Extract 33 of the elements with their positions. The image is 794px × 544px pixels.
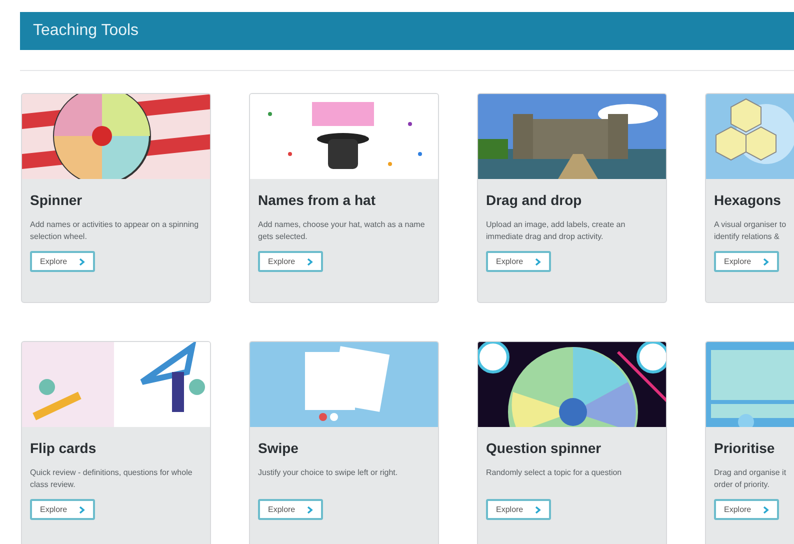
tool-description: Quick review - definitions, questions for whole class review. — [30, 467, 194, 491]
tool-description: Upload an image, add labels, create an immediate drag and drop activity. — [486, 219, 626, 243]
tool-title: Prioritise — [714, 439, 776, 457]
chevron-icon — [307, 258, 314, 266]
tool-title: Names from a hat — [258, 191, 376, 209]
tool-description: Justify your choice to swipe left or right. — [258, 467, 399, 479]
explore-button[interactable]: Explore — [714, 499, 780, 520]
explore-button[interactable]: Explore — [486, 251, 552, 272]
tool-title: Question spinner — [486, 439, 602, 457]
chevron-icon — [79, 506, 86, 514]
tool-title: Spinner — [30, 191, 84, 209]
tool-title: Swipe — [258, 439, 300, 457]
explore-button[interactable]: Explore — [258, 251, 324, 272]
explore-button[interactable]: Explore — [30, 251, 96, 272]
chevron-icon — [535, 258, 542, 266]
tool-title: Drag and drop — [486, 191, 583, 209]
tool-description: A visual organiser to identify relations & — [714, 219, 788, 243]
tool-description: Drag and organise it order of priority. — [714, 467, 788, 491]
page-title: Teaching Tools — [33, 22, 139, 40]
explore-button[interactable]: Explore — [258, 499, 324, 520]
explore-button[interactable]: Explore — [486, 499, 552, 520]
tool-title: Flip cards — [30, 439, 98, 457]
chevron-icon — [79, 258, 86, 266]
chevron-icon — [307, 506, 314, 514]
tool-title: Hexagons — [714, 191, 782, 209]
tool-description: Add names or activities to appear on a spinning selection wheel. — [30, 219, 200, 243]
chevron-icon — [763, 506, 770, 514]
explore-button[interactable]: Explore — [714, 251, 780, 272]
tool-description: Randomly select a topic for a question — [486, 467, 623, 479]
chevron-icon — [535, 506, 542, 514]
explore-button[interactable]: Explore — [30, 499, 96, 520]
tool-description: Add names, choose your hat, watch as a name gets selected. — [258, 219, 426, 243]
chevron-icon — [763, 258, 770, 266]
